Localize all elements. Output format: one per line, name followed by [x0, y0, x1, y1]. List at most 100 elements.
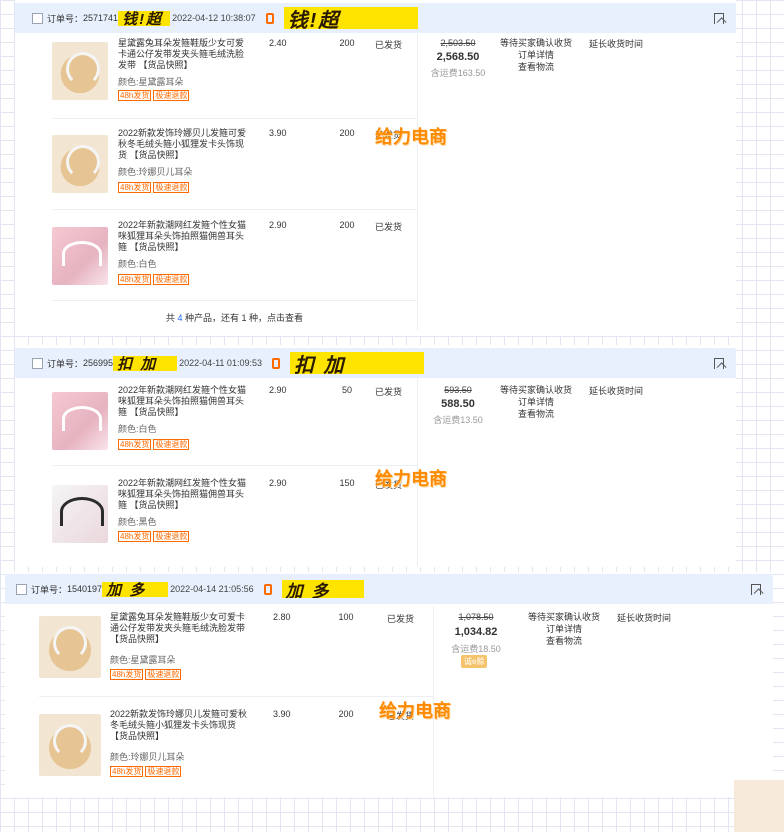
quantity: 200: [339, 128, 355, 138]
order-detail-link[interactable]: 订单详情: [496, 49, 576, 61]
extend-receipt-link[interactable]: 延长收货时间: [589, 37, 643, 50]
product-image[interactable]: [52, 42, 108, 100]
unit-price: 2.80: [273, 612, 291, 622]
order-status-column: 等待买家确认收货 订单详情 查看物流: [519, 611, 609, 647]
order-checkbox[interactable]: [32, 12, 43, 24]
product-image[interactable]: [52, 485, 108, 543]
service-tags: 48h发货 极速退款: [118, 182, 191, 193]
order-number: 2571741: [83, 13, 119, 23]
product-image[interactable]: [52, 135, 108, 193]
service-tags: 48h发货 极速退款: [110, 669, 183, 680]
unit-price: 3.90: [269, 128, 287, 138]
redaction-mark: 加 多: [281, 580, 364, 598]
product-image[interactable]: [52, 227, 108, 285]
quantity: 200: [339, 220, 355, 230]
tag-refund: 极速退款: [153, 182, 190, 193]
credit-badge: 诚e赊: [461, 655, 488, 668]
extend-receipt-link[interactable]: 延长收货时间: [589, 384, 643, 397]
tag-refund: 极速退款: [153, 90, 190, 101]
column-divider: [417, 34, 418, 330]
product-title[interactable]: 2022年新款潮网红发箍个性女猫咪狐狸耳朵头饰拍照猫佣兽耳头箍 【货品快照】: [118, 478, 248, 511]
product-title[interactable]: 2022年新款潮网红发箍个性女猫咪狐狸耳朵头饰拍照猫佣兽耳头箍 【货品快照】: [118, 385, 248, 418]
logistics-link[interactable]: 查看物流: [519, 635, 609, 647]
order-total: 588.50: [441, 398, 475, 410]
tag-refund: 极速退款: [153, 274, 190, 285]
quantity: 200: [339, 38, 355, 48]
more-products-link[interactable]: 共 4 种产品，还有 1 种，点击查看: [52, 311, 417, 324]
product-image[interactable]: [39, 714, 101, 776]
tag-48h: 48h发货: [118, 90, 152, 101]
quantity: 100: [338, 612, 354, 622]
order-number: 256995: [83, 358, 114, 368]
product-attr: 颜色:黑色: [118, 517, 157, 527]
mobile-order-icon: [265, 12, 274, 24]
tag-refund: 极速退款: [153, 531, 190, 542]
extend-receipt-link[interactable]: 延长收货时间: [617, 611, 671, 624]
order-detail-link[interactable]: 订单详情: [496, 396, 576, 408]
mobile-order-icon: [263, 583, 272, 595]
product-image[interactable]: [39, 616, 101, 678]
order-total: 1,034.82: [454, 626, 498, 638]
product-title[interactable]: 2022新款发饰玲娜贝儿发箍可爱秋冬毛绒头箍小狐狸发卡头饰现货 【货品快照】: [118, 128, 248, 161]
order-card-1: 订单号： 2571741 钱!超 2022-04-12 10:38:07 钱!超…: [15, 0, 736, 336]
product-attr: 颜色:白色: [118, 259, 157, 269]
watermark: 给力电商: [375, 127, 447, 147]
quantity: 50: [341, 385, 352, 395]
product-image[interactable]: [52, 392, 108, 450]
order-card-3: 订单号： 1540197 加 多 2022-04-14 21:05:56 加 多…: [5, 572, 773, 797]
service-tags: 48h发货 极速退款: [118, 439, 191, 450]
redaction-mark: 扣 加: [289, 352, 424, 374]
mobile-order-icon: [271, 357, 280, 369]
flag-icon[interactable]: [714, 13, 724, 24]
product-attr: 颜色:玲娜贝儿耳朵: [110, 752, 185, 762]
product-attr: 颜色:星黛露耳朵: [118, 77, 184, 87]
logistics-link[interactable]: 查看物流: [496, 408, 576, 420]
order-detail-link[interactable]: 订单详情: [519, 623, 609, 635]
divider: [52, 465, 417, 466]
logistics-link[interactable]: 查看物流: [496, 61, 576, 73]
unit-price: 2.40: [269, 38, 287, 48]
divider: [52, 209, 417, 210]
order-status-column: 等待买家确认收货 订单详情 查看物流: [496, 384, 576, 420]
shipping-fee: 含运费18.50: [451, 644, 501, 654]
order-number: 1540197: [67, 584, 103, 594]
order-item: 星黛露兔耳朵发箍鞋版少女可爱卡通公仔发带发夹头箍毛绒洗脸发带 【货品快照】 颜色…: [52, 38, 432, 128]
watermark: 给力电商: [375, 469, 447, 489]
order-time: 2022-04-14 21:05:56: [170, 584, 254, 594]
shipping-fee: 含运费13.50: [433, 415, 483, 425]
divider: [52, 118, 417, 119]
divider: [39, 696, 433, 697]
order-item: 星黛露兔耳朵发箍鞋版少女可爱卡通公仔发带发夹头箍毛绒洗脸发带 【货品快照】 颜色…: [39, 612, 459, 702]
tag-refund: 极速退款: [153, 439, 190, 450]
item-status: 已发货: [375, 387, 403, 397]
unit-price: 3.90: [273, 709, 291, 719]
order-header: 订单号： 2571741 钱!超 2022-04-12 10:38:07 钱!超: [15, 3, 736, 33]
order-header: 订单号： 256995 扣 加 2022-04-11 01:09:53 扣 加: [15, 348, 736, 378]
product-attr: 颜色:玲娜贝儿耳朵: [118, 167, 193, 177]
flag-icon[interactable]: [714, 358, 724, 369]
order-checkbox[interactable]: [32, 357, 43, 369]
order-status: 等待买家确认收货: [527, 612, 600, 622]
product-title[interactable]: 星黛露兔耳朵发箍鞋版少女可爱卡通公仔发带发夹头箍毛绒洗脸发带 【货品快照】: [110, 612, 250, 645]
watermark: 给力电商: [379, 701, 451, 721]
order-checkbox[interactable]: [16, 583, 27, 595]
item-status: 已发货: [375, 40, 403, 50]
tag-48h: 48h发货: [118, 531, 152, 542]
tag-48h: 48h发货: [118, 274, 152, 285]
order-time: 2022-04-11 01:09:53: [179, 358, 262, 368]
order-number-label: 订单号：: [47, 13, 84, 24]
product-title[interactable]: 2022新款发饰玲娜贝儿发箍可爱秋冬毛绒头箍小狐狸发卡头饰现货 【货品快照】: [110, 709, 250, 742]
product-title[interactable]: 2022年新款潮网红发箍个性女猫咪狐狸耳朵头饰拍照猫佣兽耳头箍 【货品快照】: [118, 220, 248, 253]
tag-refund: 极速退款: [145, 766, 182, 777]
order-item: 2022年新款潮网红发箍个性女猫咪狐狸耳朵头饰拍照猫佣兽耳头箍 【货品快照】 颜…: [52, 478, 432, 567]
original-total: 2,503.50: [440, 38, 476, 48]
order-number-label: 订单号：: [31, 584, 68, 595]
order-item: 2022年新款潮网红发箍个性女猫咪狐狸耳朵头饰拍照猫佣兽耳头箍 【货品快照】 颜…: [52, 385, 432, 475]
product-title[interactable]: 星黛露兔耳朵发箍鞋版少女可爱卡通公仔发带发夹头箍毛绒洗脸发带 【货品快照】: [118, 38, 248, 71]
quantity: 200: [338, 709, 354, 719]
unit-price: 2.90: [269, 385, 287, 395]
item-status: 已发货: [387, 614, 415, 624]
tag-refund: 极速退款: [145, 669, 182, 680]
redaction-mark: 扣 加: [113, 355, 178, 371]
flag-icon[interactable]: [751, 584, 761, 595]
